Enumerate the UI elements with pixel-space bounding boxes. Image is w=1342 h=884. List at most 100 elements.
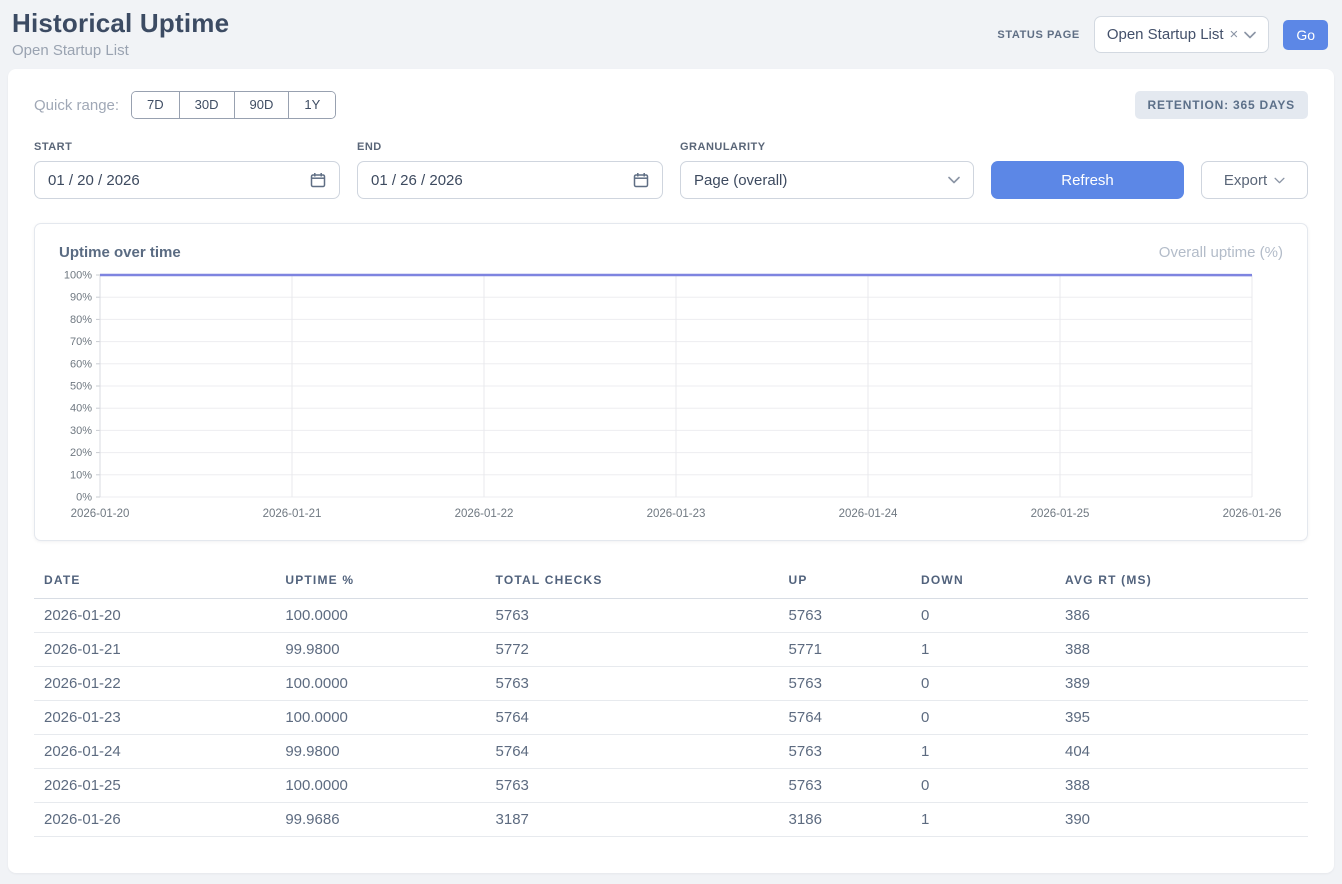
table-cell: 388 [1057,633,1308,667]
chevron-down-icon [948,176,960,184]
table-cell: 100.0000 [277,769,487,803]
table-cell: 1 [913,633,1057,667]
start-date-input[interactable]: 01 / 20 / 2026 [34,161,340,199]
export-button-label: Export [1224,172,1267,189]
export-button[interactable]: Export [1201,161,1308,199]
granularity-label: GRANULARITY [680,141,974,153]
table-cell: 2026-01-21 [34,633,277,667]
column-header: UPTIME % [277,563,487,599]
column-header: AVG RT (MS) [1057,563,1308,599]
chevron-down-icon [1274,177,1285,184]
clear-selection-icon[interactable]: × [1230,27,1239,42]
status-page-label: STATUS PAGE [997,29,1079,41]
svg-text:100%: 100% [64,270,92,282]
table-cell: 100.0000 [277,701,487,735]
chart-title: Uptime over time [59,244,181,261]
table-cell: 99.9800 [277,633,487,667]
table-cell: 1 [913,803,1057,837]
table-cell: 5763 [781,599,913,633]
start-label: START [34,141,340,153]
table-row: 2026-01-2499.9800576457631404 [34,735,1308,769]
page-header: Historical Uptime Open Startup List STAT… [0,0,1342,59]
chevron-down-icon [1244,31,1256,39]
svg-text:2026-01-26: 2026-01-26 [1223,508,1282,520]
calendar-icon[interactable] [633,172,649,188]
table-cell: 5772 [488,633,781,667]
granularity-selected-value: Page (overall) [694,172,787,189]
table-cell: 5763 [488,667,781,701]
start-date-field-group: START 01 / 20 / 2026 [34,141,340,199]
table-cell: 386 [1057,599,1308,633]
table-cell: 5763 [488,599,781,633]
title-block: Historical Uptime Open Startup List [12,8,229,59]
refresh-button[interactable]: Refresh [991,161,1184,199]
svg-text:2026-01-25: 2026-01-25 [1031,508,1090,520]
table-cell: 99.9686 [277,803,487,837]
svg-text:0%: 0% [76,492,92,504]
calendar-icon[interactable] [310,172,326,188]
table-cell: 99.9800 [277,735,487,769]
svg-text:70%: 70% [70,336,92,348]
svg-text:20%: 20% [70,447,92,459]
table-cell: 5763 [781,667,913,701]
table-cell: 404 [1057,735,1308,769]
table-cell: 2026-01-23 [34,701,277,735]
table-row: 2026-01-23100.0000576457640395 [34,701,1308,735]
svg-text:60%: 60% [70,358,92,370]
table-cell: 3186 [781,803,913,837]
uptime-line-chart: 0%10%20%30%40%50%60%70%80%90%100%2026-01… [35,267,1307,525]
table-row: 2026-01-22100.0000576357630389 [34,667,1308,701]
quick-range-label: Quick range: [34,97,119,114]
svg-text:30%: 30% [70,425,92,437]
status-page-selected-value: Open Startup List [1107,26,1224,43]
filter-fields-row: START 01 / 20 / 2026 END 01 / 26 / 2026 … [34,141,1308,199]
uptime-chart-card: Uptime over time Overall uptime (%) 0%10… [34,223,1308,541]
column-header: TOTAL CHECKS [488,563,781,599]
column-header: UP [781,563,913,599]
end-date-field-group: END 01 / 26 / 2026 [357,141,663,199]
table-cell: 5763 [781,735,913,769]
go-button[interactable]: Go [1283,20,1328,50]
quick-range-7d[interactable]: 7D [132,92,180,118]
svg-text:2026-01-21: 2026-01-21 [263,508,322,520]
table-cell: 5771 [781,633,913,667]
granularity-select[interactable]: Page (overall) [680,161,974,199]
table-cell: 5764 [781,701,913,735]
column-header: DOWN [913,563,1057,599]
status-page-controls: STATUS PAGE Open Startup List × Go [997,16,1328,53]
svg-text:80%: 80% [70,314,92,326]
table-cell: 388 [1057,769,1308,803]
svg-text:2026-01-20: 2026-01-20 [71,508,130,520]
table-cell: 0 [913,769,1057,803]
table-cell: 5763 [781,769,913,803]
table-cell: 395 [1057,701,1308,735]
table-cell: 0 [913,701,1057,735]
table-cell: 0 [913,599,1057,633]
table-cell: 2026-01-22 [34,667,277,701]
table-cell: 2026-01-26 [34,803,277,837]
main-panel: Quick range: 7D30D90D1Y RETENTION: 365 D… [8,69,1334,873]
table-cell: 100.0000 [277,599,487,633]
quick-range-row: Quick range: 7D30D90D1Y RETENTION: 365 D… [34,91,1308,119]
quick-range-1y[interactable]: 1Y [289,92,335,118]
status-page-select[interactable]: Open Startup List × [1094,16,1270,53]
table-cell: 390 [1057,803,1308,837]
table-cell: 5764 [488,735,781,769]
quick-range-30d[interactable]: 30D [180,92,235,118]
table-header-row: DATEUPTIME %TOTAL CHECKSUPDOWNAVG RT (MS… [34,563,1308,599]
table-cell: 2026-01-20 [34,599,277,633]
page-title: Historical Uptime [12,8,229,39]
quick-range-90d[interactable]: 90D [235,92,290,118]
svg-text:90%: 90% [70,292,92,304]
uptime-table: DATEUPTIME %TOTAL CHECKSUPDOWNAVG RT (MS… [34,563,1308,837]
table-cell: 100.0000 [277,667,487,701]
page-subtitle: Open Startup List [12,42,229,59]
table-row: 2026-01-2199.9800577257711388 [34,633,1308,667]
table-row: 2026-01-20100.0000576357630386 [34,599,1308,633]
table-cell: 5764 [488,701,781,735]
retention-badge: RETENTION: 365 DAYS [1135,91,1308,119]
end-date-input[interactable]: 01 / 26 / 2026 [357,161,663,199]
end-date-value: 01 / 26 / 2026 [371,172,463,189]
table-row: 2026-01-2699.9686318731861390 [34,803,1308,837]
table-cell: 3187 [488,803,781,837]
